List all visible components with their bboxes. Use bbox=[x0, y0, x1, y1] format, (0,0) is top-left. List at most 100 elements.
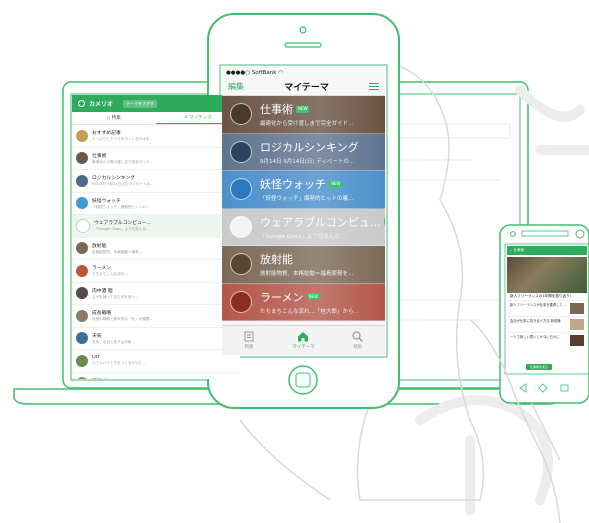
theme-row-title: ラーメン bbox=[260, 290, 304, 304]
list-item-text: 放射能 放射能物質、本格始動＝福島… bbox=[92, 242, 236, 255]
theme-avatar bbox=[76, 287, 88, 300]
theme-row-subtitle: たちまちこんな流れ…「桂大郎」から… bbox=[260, 308, 360, 315]
edit-button[interactable]: 編集 bbox=[228, 81, 244, 92]
theme-row-text: 妖怪ウォッチ NEW 「妖怪ウォッチ」爆発的ヒットの裏… bbox=[260, 176, 385, 202]
back-icon[interactable]: ‹ bbox=[510, 248, 512, 253]
menu-icon[interactable] bbox=[368, 82, 379, 91]
theme-avatar bbox=[76, 354, 88, 367]
theme-row-text: ウェアラブルコンピュ…NEW 「Google Glass」より切なんな… bbox=[260, 214, 385, 240]
list-item-thumbnail bbox=[570, 318, 584, 330]
tab-my-theme-label: マイテーマ bbox=[189, 115, 212, 121]
list-item-subtitle: ルアルバイト方をつくるかつた… bbox=[92, 361, 146, 366]
tab-featured[interactable]: ▯ 特集 bbox=[72, 112, 156, 124]
home-icon: ⌂ bbox=[184, 115, 188, 120]
new-badge: NEW bbox=[296, 105, 310, 113]
theme-row-title-wrap: 放射能 bbox=[260, 251, 385, 267]
list-item-title: ロジカルシンキング bbox=[92, 176, 136, 182]
list-item[interactable]: 妖怪ウォッチ 「妖怪ウォッチ」爆発的ヒットの… bbox=[72, 193, 240, 215]
list-item-title: 仕事術 bbox=[92, 153, 107, 159]
list-item[interactable]: 一人で寂しい思いしかない日々に bbox=[507, 331, 587, 348]
list-item[interactable]: 天気 天気、今日とあすは天気… bbox=[72, 328, 240, 350]
list-item-thumbnail bbox=[570, 302, 584, 314]
laptop-tabs: ▯ 特集 ⌂ マイテーマ bbox=[72, 112, 240, 125]
article-hero-image[interactable] bbox=[507, 257, 587, 293]
theme-avatar bbox=[76, 377, 88, 379]
page-title: マイテーマ bbox=[284, 83, 329, 93]
list-item-text: おすすめ記事 たっぷりとテーマのホットなPickを… bbox=[92, 129, 236, 142]
list-item-title: デザイン bbox=[92, 377, 236, 380]
tab-my-theme[interactable]: マイテーマ bbox=[276, 326, 330, 355]
new-badge: NEW bbox=[383, 218, 385, 226]
theme-row[interactable]: ラーメン NEW たちまちこんな流れ…「桂大郎」から… bbox=[222, 283, 385, 321]
list-item-text: 一人で寂しい思いしかない日々に bbox=[510, 334, 560, 339]
list-item-subtitle: 「妖怪ウォッチ」爆発的ヒットの… bbox=[92, 204, 150, 209]
list-item-subtitle: 放射能物質、本格始動＝福島… bbox=[92, 249, 143, 254]
list-item-text: 成長戦略 成長の戦略と基本的な「を」が重要… bbox=[92, 309, 236, 322]
list-item[interactable]: 会社が仕事に向き合う方法 新常識 bbox=[507, 315, 587, 332]
theme-icon bbox=[230, 253, 252, 276]
theme-icon bbox=[230, 103, 252, 126]
theme-row[interactable]: ウェアラブルコンピュ…NEW 「Google Glass」より切なんな… bbox=[222, 208, 385, 246]
list-item[interactable]: 成長戦略 成長の戦略と基本的な「を」が重要… bbox=[72, 305, 240, 328]
theme-row[interactable]: 妖怪ウォッチ NEW 「妖怪ウォッチ」爆発的ヒットの裏… bbox=[222, 171, 385, 209]
theme-row-text: ラーメン NEW たちまちこんな流れ…「桂大郎」から… bbox=[260, 289, 385, 315]
list-item-text: DIY ルアルバイト方をつくるかつた… bbox=[92, 355, 236, 366]
list-item-text: 会社が仕事に向き合う方法 新常識 bbox=[510, 318, 561, 323]
bookmark-icon bbox=[244, 331, 254, 342]
list-item[interactable]: 新人フリーランスが仕事を獲得して… bbox=[507, 299, 587, 316]
tab-search-label: 検索 bbox=[353, 345, 363, 350]
view-theme-button[interactable]: 仕事術を見る bbox=[526, 364, 553, 370]
theme-row-text: 放射能放射能物質、本格始動＝福島原発を… bbox=[260, 251, 385, 277]
theme-avatar bbox=[76, 152, 88, 165]
theme-icon bbox=[230, 290, 252, 313]
theme-avatar bbox=[76, 218, 90, 233]
theme-row-title-wrap: 仕事術 NEW bbox=[260, 101, 385, 117]
theme-row-subtitle: 「Google Glass」より切なんな… bbox=[260, 233, 346, 240]
tab-featured[interactable]: 特集 bbox=[222, 326, 276, 355]
theme-row-title-wrap: ロジカルシンキング bbox=[260, 139, 385, 155]
list-item[interactable]: DIY ルアルバイト方をつくるかつた… bbox=[72, 350, 240, 373]
list-item-text: 新人フリーランスが仕事を獲得して… bbox=[510, 302, 566, 307]
list-item[interactable]: ラーメン たちまちこんな流れ… bbox=[72, 260, 240, 283]
list-item-subtitle: 9月14日 9月14日(日) ディベートの… bbox=[92, 182, 154, 187]
status-bar: ●●●●○ SoftBank ◠ bbox=[222, 67, 385, 78]
theme-row[interactable]: ロジカルシンキング 9月14日 9月14日(日) ディベートの… bbox=[222, 133, 385, 171]
new-badge: NEW bbox=[306, 293, 321, 301]
list-item-text: ウェアラブルコンピュー… 「Google Glass」より切なんな… bbox=[94, 219, 236, 232]
find-theme-button[interactable]: テーマをさがす bbox=[123, 99, 158, 108]
list-item[interactable]: おすすめ記事 たっぷりとテーマのホットなPickを… bbox=[72, 125, 240, 148]
list-item-title: 天気 bbox=[92, 333, 102, 339]
search-icon bbox=[352, 331, 364, 342]
theme-row-subtitle: 放射能物質、本格始動＝福島原発を… bbox=[260, 271, 354, 278]
laptop-theme-list: おすすめ記事 たっぷりとテーマのホットなPickを… 仕事術 最適化から受け渡しまで完… bbox=[72, 125, 240, 379]
list-item-subtitle: 最適化から受け渡しまで完全ガイド… bbox=[92, 159, 154, 164]
list-item[interactable]: デザインiPhone 6の光学で新たなデザイン… bbox=[72, 373, 240, 380]
theme-row[interactable]: 放射能放射能物質、本格始動＝福島原発を… bbox=[222, 246, 385, 284]
bookmark-icon: ▯ bbox=[107, 115, 110, 121]
theme-row-title-wrap: ラーメン NEW bbox=[260, 289, 385, 305]
list-item[interactable]: 仕事術 最適化から受け渡しまで完全ガイド… bbox=[72, 148, 240, 170]
theme-row-title: ロジカルシンキング bbox=[260, 140, 359, 154]
theme-row-subtitle: 「妖怪ウォッチ」爆発的ヒットの裏… bbox=[260, 196, 354, 203]
theme-avatar bbox=[76, 174, 88, 187]
wifi-icon: ◠ bbox=[278, 69, 284, 76]
list-item[interactable]: ロジカルシンキング 9月14日 9月14日(日) ディベートの… bbox=[72, 170, 240, 193]
list-item[interactable]: ウェアラブルコンピュー… 「Google Glass」より切なんな… bbox=[72, 215, 240, 238]
camelio-logo-icon bbox=[78, 100, 85, 107]
list-item-text: 妖怪ウォッチ 「妖怪ウォッチ」爆発的ヒットの… bbox=[92, 197, 236, 210]
laptop-app-window: カメリオ テーマをさがす ▯ 特集 ⌂ マイテーマ おすすめ記事 たっぷりとテーマ… bbox=[72, 95, 240, 379]
theme-avatar bbox=[76, 242, 88, 255]
theme-row-subtitle: 最適化から受け渡しまで完全ガイド… bbox=[260, 121, 354, 128]
list-item-text: ロジカルシンキング 9月14日 9月14日(日) ディベートの… bbox=[92, 174, 236, 187]
list-item[interactable]: 肉中酒 脂ムサを捕ってまた次を待つ… bbox=[72, 283, 240, 305]
list-item-title: ラーメン bbox=[92, 266, 111, 272]
list-item-subtitle: 天気、今日とあすは天気… bbox=[92, 339, 136, 344]
tab-search[interactable]: 検索 bbox=[331, 326, 385, 355]
carrier-label: ●●●●○ SoftBank bbox=[226, 69, 277, 76]
theme-avatar bbox=[76, 129, 88, 142]
laptop-header: カメリオ テーマをさがす bbox=[72, 95, 240, 112]
theme-row-title-wrap: 妖怪ウォッチ NEW bbox=[260, 176, 385, 192]
theme-row[interactable]: 仕事術 NEW 最適化から受け渡しまで完全ガイド… bbox=[222, 96, 385, 134]
list-item[interactable]: 放射能 放射能物質、本格始動＝福島… bbox=[72, 238, 240, 260]
theme-row-title: 仕事術 bbox=[260, 103, 293, 117]
